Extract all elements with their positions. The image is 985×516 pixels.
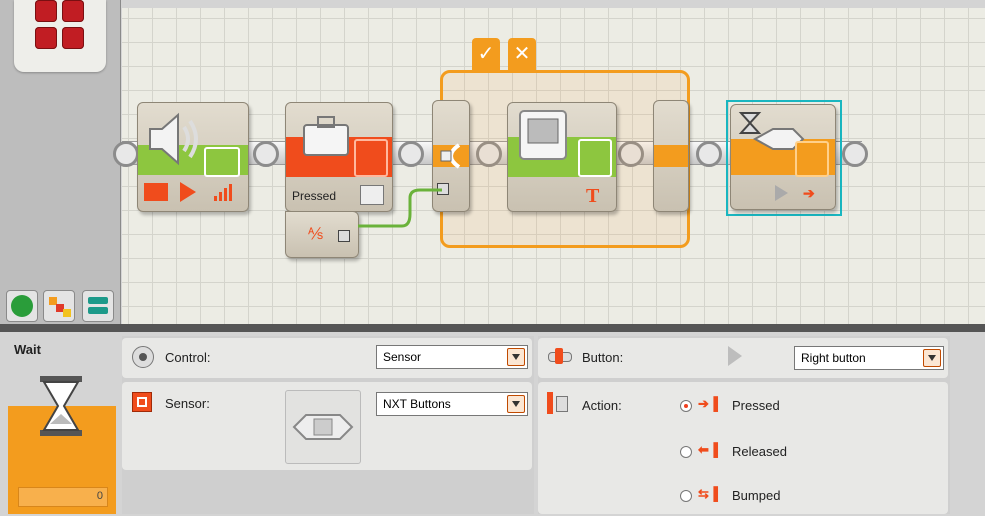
released-icon: ⬅▐ xyxy=(698,442,719,457)
data-plug[interactable] xyxy=(338,230,350,242)
data-hub[interactable]: ⅍ xyxy=(285,211,359,258)
switch-right-cap[interactable] xyxy=(653,100,689,212)
common-palette-card[interactable] xyxy=(14,0,106,72)
check-icon[interactable]: ✓ xyxy=(472,38,500,70)
action-label: Action: xyxy=(582,398,622,413)
upload-icon xyxy=(204,147,240,177)
volume-icon xyxy=(214,183,234,201)
play-icon xyxy=(775,185,788,201)
x-icon[interactable]: ✕ xyxy=(508,38,536,70)
config-block-title: Wait xyxy=(14,342,41,357)
button-value: Right button xyxy=(801,351,866,365)
port-icon xyxy=(795,141,829,177)
common-palette-tab[interactable] xyxy=(6,290,38,322)
custom-palette-tab[interactable] xyxy=(82,290,114,322)
button-preview-icon xyxy=(728,346,742,366)
port-icon xyxy=(354,139,388,177)
button-dropdown[interactable]: Right button xyxy=(794,346,944,370)
play-icon xyxy=(180,182,196,202)
pressed-icon: ➔▐ xyxy=(698,396,719,411)
action-option-released[interactable]: Released xyxy=(732,444,787,459)
chevron-down-icon[interactable] xyxy=(507,348,525,366)
button-label: Button: xyxy=(582,350,624,365)
action-option-pressed[interactable]: Pressed xyxy=(732,398,780,413)
action-option-bumped[interactable]: Bumped xyxy=(732,488,780,503)
eye-icon xyxy=(132,346,154,368)
palette-block-icon[interactable] xyxy=(35,27,57,49)
display-icon xyxy=(519,110,567,160)
upload-icon xyxy=(578,139,612,177)
control-value: Sensor xyxy=(383,350,422,364)
switch-branch-icon xyxy=(440,143,461,169)
counter-value: 0 xyxy=(96,490,103,502)
action-radio-bumped[interactable] xyxy=(680,490,692,502)
nxt-brick-preview xyxy=(285,390,361,464)
sound-block[interactable] xyxy=(137,102,249,212)
palette-block-icon[interactable] xyxy=(62,27,84,49)
beam-connector xyxy=(398,141,424,167)
hourglass-icon xyxy=(40,376,82,436)
waveform-icon xyxy=(144,183,168,201)
palette-block-icon[interactable] xyxy=(62,0,84,22)
data-wire xyxy=(358,188,442,228)
sensor-dropdown[interactable]: NXT Buttons xyxy=(376,392,528,416)
briefcase-icon xyxy=(303,116,349,156)
block-counter: 0 xyxy=(18,487,108,507)
button-icon xyxy=(548,348,572,364)
palette-block-icon[interactable] xyxy=(35,0,57,22)
sensor-value: NXT Buttons xyxy=(383,397,451,411)
wait-block[interactable]: ➔ xyxy=(730,104,836,210)
sensor-label: Sensor: xyxy=(165,396,210,411)
text-icon: T xyxy=(586,185,600,207)
beam-connector xyxy=(842,141,868,167)
beam-connector xyxy=(113,141,139,167)
display-block[interactable]: T xyxy=(507,102,617,212)
exit-arrow-icon: ➔ xyxy=(803,185,815,201)
speaker-icon xyxy=(149,112,198,166)
panel-divider xyxy=(0,324,985,332)
beam-connector xyxy=(696,141,722,167)
block-palette xyxy=(0,0,121,330)
action-icon xyxy=(547,392,568,414)
chevron-down-icon[interactable] xyxy=(923,349,941,367)
bumped-icon: ⇆▐ xyxy=(698,486,719,501)
control-dropdown[interactable]: Sensor xyxy=(376,345,528,369)
action-radio-pressed[interactable] xyxy=(680,400,692,412)
chevron-down-icon[interactable] xyxy=(507,395,525,413)
beam-connector xyxy=(253,141,279,167)
nxt-brick-icon xyxy=(292,414,354,440)
complete-palette-tab[interactable] xyxy=(43,290,75,322)
sensor-type-icon xyxy=(132,392,152,412)
control-label: Control: xyxy=(165,350,211,365)
action-radio-released[interactable] xyxy=(680,446,692,458)
block-label: Pressed xyxy=(292,189,337,203)
data-hub-icon: ⅍ xyxy=(308,226,324,243)
